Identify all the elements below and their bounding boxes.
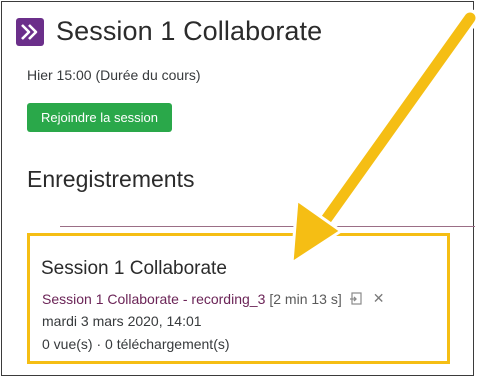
recordings-heading: Enregistrements	[27, 166, 195, 192]
page-title: Session 1 Collaborate	[56, 16, 323, 46]
divider	[60, 226, 475, 227]
recording-line: Session 1 Collaborate - recording_3 [2 m…	[42, 290, 384, 307]
close-icon[interactable]: ✕	[373, 290, 385, 307]
page-header: Session 1 Collaborate	[16, 16, 322, 47]
import-icon[interactable]	[349, 291, 363, 306]
recording-link[interactable]: Session 1 Collaborate - recording_3	[42, 291, 265, 307]
recording-duration: [2 min 13 s]	[269, 290, 342, 307]
recording-stats: 0 vue(s) · 0 téléchargement(s)	[42, 336, 230, 352]
session-date: Hier 15:00 (Durée du cours)	[27, 67, 201, 83]
recording-date: mardi 3 mars 2020, 14:01	[42, 313, 202, 329]
collaborate-icon	[16, 17, 44, 46]
recording-title: Session 1 Collaborate	[41, 258, 227, 279]
join-session-button[interactable]: Rejoindre la session	[27, 103, 172, 132]
